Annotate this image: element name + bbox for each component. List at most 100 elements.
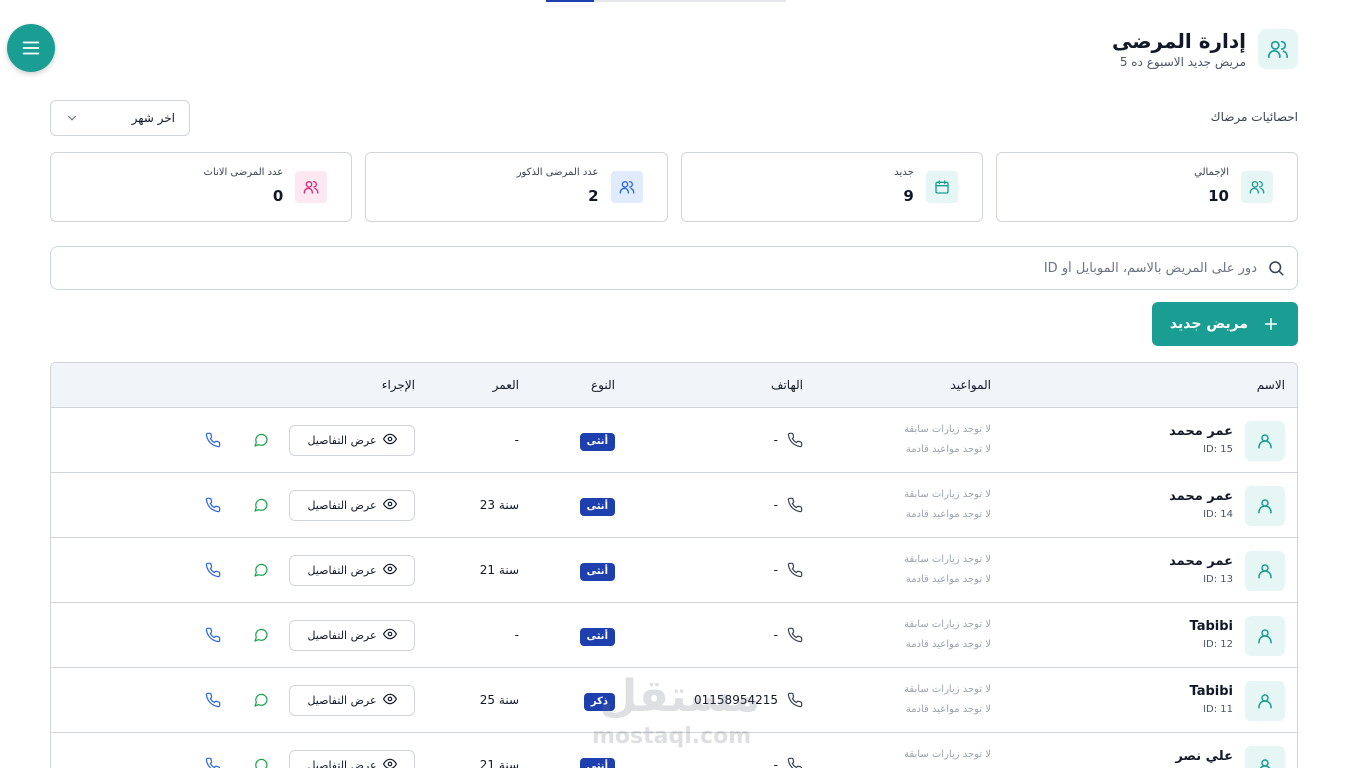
gender-badge: أنثى	[579, 433, 615, 451]
user-icon	[1245, 681, 1285, 721]
phone-icon	[787, 562, 803, 582]
stat-card-new: جديد 9	[680, 152, 983, 222]
users-icon	[610, 171, 643, 203]
view-details-label: عرض التفاصيل	[307, 564, 377, 577]
patient-age: 23 سنة	[479, 498, 519, 512]
users-icon	[1258, 29, 1298, 69]
view-details-button[interactable]: عرض التفاصيل	[289, 555, 415, 586]
patient-id: ID: 13	[1203, 574, 1233, 585]
whatsapp-icon[interactable]	[253, 757, 269, 768]
top-progress-segment	[546, 0, 594, 2]
patient-id: ID: 11	[1203, 704, 1233, 715]
view-details-label: عرض التفاصيل	[307, 694, 377, 707]
table-row: Tabibi ID: 12 لا توجد زيارات سابقة لا توجد …	[51, 603, 1297, 668]
patient-name: Tabibi	[1189, 684, 1234, 699]
column-header-name: الاسم	[1256, 378, 1285, 392]
view-details-button[interactable]: عرض التفاصيل	[289, 750, 415, 768]
patient-age: -	[514, 433, 519, 447]
search-input[interactable]	[63, 255, 1257, 281]
phone-icon	[787, 497, 803, 517]
stat-value: 9	[903, 187, 914, 205]
upcoming-appointments: لا توجد مواعيد قادمة	[905, 444, 991, 455]
phone-icon	[787, 627, 803, 647]
stat-title: الإجمالي	[1194, 167, 1229, 178]
table-row: عمر محمد ID: 15 لا توجد زيارات سابقة لا توج…	[51, 408, 1297, 473]
view-details-button[interactable]: عرض التفاصيل	[289, 685, 415, 716]
patient-phone: -	[773, 628, 778, 642]
whatsapp-icon[interactable]	[253, 432, 269, 452]
menu-button[interactable]	[7, 24, 55, 72]
view-details-button[interactable]: عرض التفاصيل	[289, 490, 415, 521]
new-patient-button[interactable]: مريض جديد	[1152, 302, 1298, 346]
whatsapp-icon[interactable]	[253, 692, 269, 712]
view-details-label: عرض التفاصيل	[307, 499, 377, 512]
page-subtitle: 5 مريض جديد الاسبوع ده	[1119, 55, 1246, 69]
gender-badge: أنثى	[579, 628, 615, 646]
search-icon	[1269, 261, 1284, 276]
patient-id: ID: 14	[1203, 509, 1233, 520]
stat-value: 0	[272, 187, 284, 205]
whatsapp-icon[interactable]	[253, 627, 269, 647]
patient-phone: -	[773, 433, 778, 447]
previous-visits: لا توجد زيارات سابقة	[904, 684, 991, 695]
search-bar	[50, 246, 1298, 290]
header-text: إدارة المرضى 5 مريض جديد الاسبوع ده	[1112, 28, 1246, 70]
user-icon	[1245, 616, 1285, 656]
view-details-label: عرض التفاصيل	[307, 629, 377, 642]
stat-title: عدد المرضى الذكور	[516, 167, 599, 178]
stat-title: جديد	[894, 167, 914, 178]
patient-age: -	[514, 628, 519, 642]
chevron-down-icon	[67, 115, 77, 121]
call-icon[interactable]	[205, 757, 221, 768]
patient-name: علي نصر	[1175, 749, 1233, 764]
call-icon[interactable]	[205, 627, 221, 647]
patient-phone: -	[773, 563, 778, 577]
user-icon	[1245, 486, 1285, 526]
eye-icon	[382, 692, 397, 709]
view-details-label: عرض التفاصيل	[307, 434, 377, 447]
gender-badge: أنثى	[579, 563, 615, 581]
stat-card-total: الإجمالي 10	[995, 152, 1298, 222]
stat-card-female: عدد المرضى الاناث 0	[50, 152, 353, 222]
gender-badge: أنثى	[579, 498, 615, 516]
gender-badge: ذكر	[583, 693, 615, 711]
patient-name: عمر محمد	[1169, 554, 1233, 569]
patient-name: عمر محمد	[1169, 424, 1233, 439]
patients-table: الاسم المواعيد الهاتف النوع العمر الإجرا…	[50, 362, 1298, 768]
stats-section-label: احصائيات مرضاك	[1210, 110, 1298, 124]
view-details-button[interactable]: عرض التفاصيل	[289, 425, 415, 456]
hamburger-icon	[22, 41, 40, 55]
whatsapp-icon[interactable]	[253, 562, 269, 582]
plus-icon	[1265, 318, 1278, 330]
page-header: إدارة المرضى 5 مريض جديد الاسبوع ده	[1112, 28, 1298, 70]
patient-phone: -	[773, 498, 778, 512]
view-details-button[interactable]: عرض التفاصيل	[289, 620, 415, 651]
call-icon[interactable]	[205, 562, 221, 582]
user-icon	[1245, 746, 1285, 768]
whatsapp-icon[interactable]	[253, 497, 269, 517]
gender-badge: أنثى	[579, 758, 615, 768]
page-title: إدارة المرضى	[1111, 29, 1246, 53]
upcoming-appointments: لا توجد مواعيد قادمة	[905, 509, 991, 520]
stat-value: 2	[588, 187, 599, 205]
patient-phone: 01158954215	[694, 693, 778, 707]
column-header-age: العمر	[492, 378, 519, 392]
upcoming-appointments: لا توجد مواعيد قادمة	[905, 574, 991, 585]
upcoming-appointments: لا توجد مواعيد قادمة	[905, 639, 991, 650]
stats-cards: الإجمالي 10 جديد 9 عدد المرضى الذكور 2 ع…	[50, 152, 1298, 222]
stat-card-male: عدد المرضى الذكور 2	[365, 152, 668, 222]
patient-id: ID: 12	[1203, 639, 1233, 650]
phone-icon	[787, 757, 803, 768]
calendar-icon	[925, 171, 958, 203]
previous-visits: لا توجد زيارات سابقة	[904, 489, 991, 500]
period-select[interactable]: اخر شهر	[50, 100, 190, 136]
previous-visits: لا توجد زيارات سابقة	[904, 554, 991, 565]
call-icon[interactable]	[205, 497, 221, 517]
phone-icon	[787, 692, 803, 712]
table-row: Tabibi ID: 11 لا توجد زيارات سابقة لا توجد …	[51, 668, 1297, 733]
call-icon[interactable]	[205, 432, 221, 452]
patient-phone: -	[773, 758, 778, 768]
call-icon[interactable]	[205, 692, 221, 712]
column-header-gender: النوع	[591, 378, 615, 392]
patient-name: Tabibi	[1189, 619, 1234, 634]
